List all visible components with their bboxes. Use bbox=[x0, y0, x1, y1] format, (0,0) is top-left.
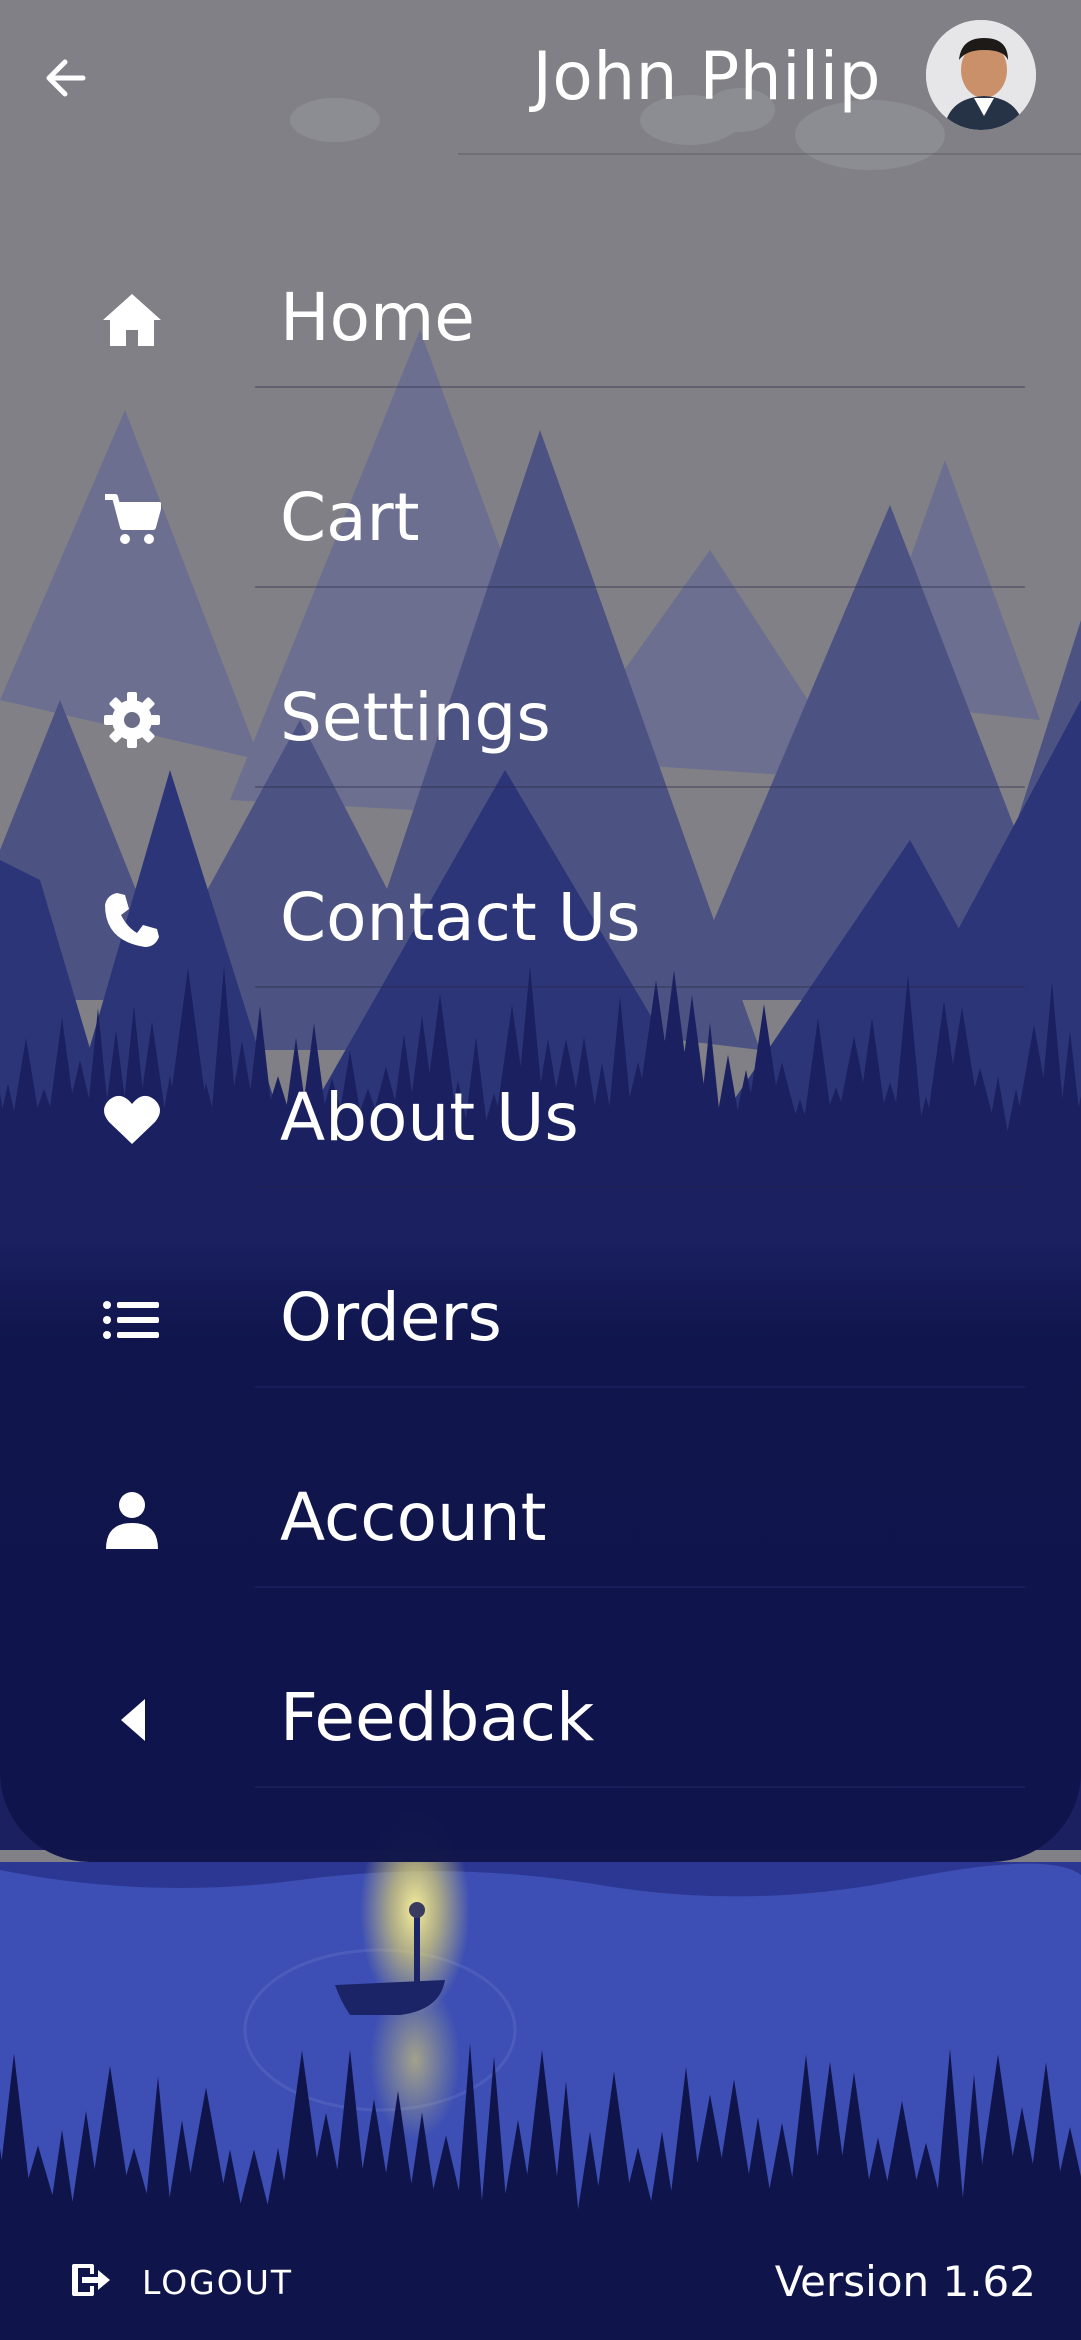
logout-icon bbox=[70, 2262, 112, 2302]
divider bbox=[255, 786, 1025, 788]
list-icon bbox=[92, 1280, 172, 1360]
caret-left-icon bbox=[92, 1680, 172, 1760]
menu-item-contact-us[interactable]: Contact Us bbox=[0, 810, 1081, 1010]
divider bbox=[255, 1586, 1025, 1588]
phone-icon bbox=[92, 880, 172, 960]
divider bbox=[255, 1786, 1025, 1788]
menu-item-settings[interactable]: Settings bbox=[0, 610, 1081, 810]
menu-item-feedback[interactable]: Feedback bbox=[0, 1610, 1081, 1810]
logout-label: LOGOUT bbox=[142, 2262, 294, 2302]
menu-item-label: Account bbox=[280, 1479, 547, 1556]
divider bbox=[255, 1386, 1025, 1388]
menu-item-label: Feedback bbox=[280, 1679, 595, 1756]
person-icon bbox=[92, 1480, 172, 1560]
cart-icon bbox=[92, 480, 172, 560]
arrow-left-icon bbox=[43, 58, 87, 102]
drawer-footer: LOGOUT Version 1.62 bbox=[0, 2230, 1081, 2340]
user-name: John Philip bbox=[532, 38, 881, 115]
divider bbox=[255, 1186, 1025, 1188]
heart-icon bbox=[92, 1080, 172, 1160]
avatar[interactable] bbox=[926, 20, 1036, 130]
menu-item-about-us[interactable]: About Us bbox=[0, 1010, 1081, 1210]
menu-item-orders[interactable]: Orders bbox=[0, 1210, 1081, 1410]
menu-item-label: Orders bbox=[280, 1279, 502, 1356]
menu-item-cart[interactable]: Cart bbox=[0, 410, 1081, 610]
menu-item-label: Contact Us bbox=[280, 879, 641, 956]
menu-item-label: Home bbox=[280, 279, 475, 356]
version-text: Version 1.62 bbox=[774, 2257, 1036, 2306]
menu-item-label: About Us bbox=[280, 1079, 579, 1156]
divider bbox=[255, 986, 1025, 988]
drawer-header: John Philip bbox=[0, 0, 1081, 155]
logout-button[interactable]: LOGOUT bbox=[70, 2250, 293, 2314]
divider bbox=[255, 586, 1025, 588]
divider bbox=[255, 386, 1025, 388]
back-button[interactable] bbox=[30, 45, 100, 115]
menu-item-label: Cart bbox=[280, 479, 420, 556]
menu-item-label: Settings bbox=[280, 679, 551, 756]
menu-item-account[interactable]: Account bbox=[0, 1410, 1081, 1610]
home-icon bbox=[92, 280, 172, 360]
gear-icon bbox=[92, 680, 172, 760]
user-avatar-icon bbox=[926, 20, 1036, 130]
header-divider bbox=[458, 153, 1081, 155]
menu-item-home[interactable]: Home bbox=[0, 210, 1081, 410]
